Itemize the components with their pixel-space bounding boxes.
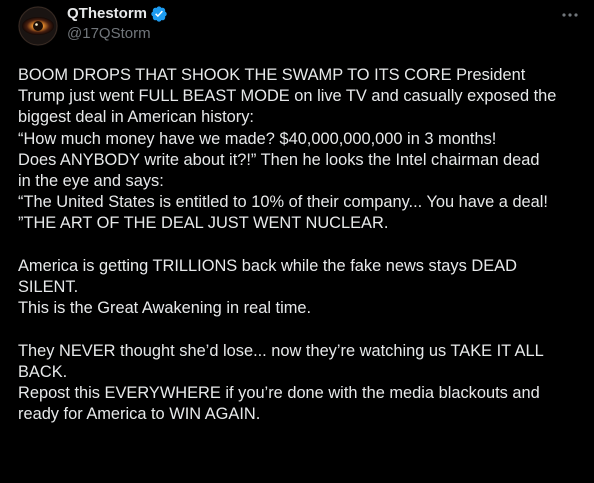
post-text-line: ready for America to WIN AGAIN. [18, 405, 261, 424]
author-handle[interactable]: @17QStorm [67, 24, 168, 44]
more-options-icon[interactable] [560, 6, 580, 24]
post-body: BOOM DROPS THAT SHOOK THE SWAMP TO ITS C… [18, 65, 580, 425]
author-display-name[interactable]: QThestorm [67, 4, 147, 24]
post-text-line: This is the Great Awakening in real time… [18, 299, 312, 318]
post-text-line: biggest deal in American history: [18, 108, 254, 127]
avatar[interactable] [18, 6, 58, 46]
post-text-line: Repost this EVERYWHERE if you’re done wi… [18, 384, 540, 403]
post-text-line: America is getting TRILLIONS back while … [18, 256, 517, 275]
post-text-line: They NEVER thought she’d lose... now the… [18, 341, 544, 360]
author-names: QThestorm @17QStorm [67, 4, 168, 44]
post-text-line: in the eye and says: [18, 172, 164, 191]
post-text-line: Trump just went FULL BEAST MODE on live … [18, 87, 557, 106]
verified-badge-icon[interactable] [150, 5, 168, 23]
post-text-line: SILENT. [18, 278, 79, 297]
name-row: QThestorm [67, 4, 168, 24]
tweet-post: QThestorm @17QStorm BOOM DROPS THAT SHOO… [0, 0, 594, 483]
post-text-line: Does ANYBODY write about it?!” Then he l… [18, 150, 540, 169]
post-header: QThestorm @17QStorm [18, 4, 578, 56]
post-text-line: “The United States is entitled to 10% of… [18, 193, 548, 212]
post-text-line: “How much money have we made? $40,000,00… [18, 129, 497, 148]
post-text-line: BOOM DROPS THAT SHOOK THE SWAMP TO ITS C… [18, 66, 526, 84]
eye-avatar-icon [18, 6, 58, 46]
post-text-line: BACK. [18, 362, 68, 381]
post-text-line: ”THE ART OF THE DEAL JUST WENT NUCLEAR. [18, 214, 389, 233]
